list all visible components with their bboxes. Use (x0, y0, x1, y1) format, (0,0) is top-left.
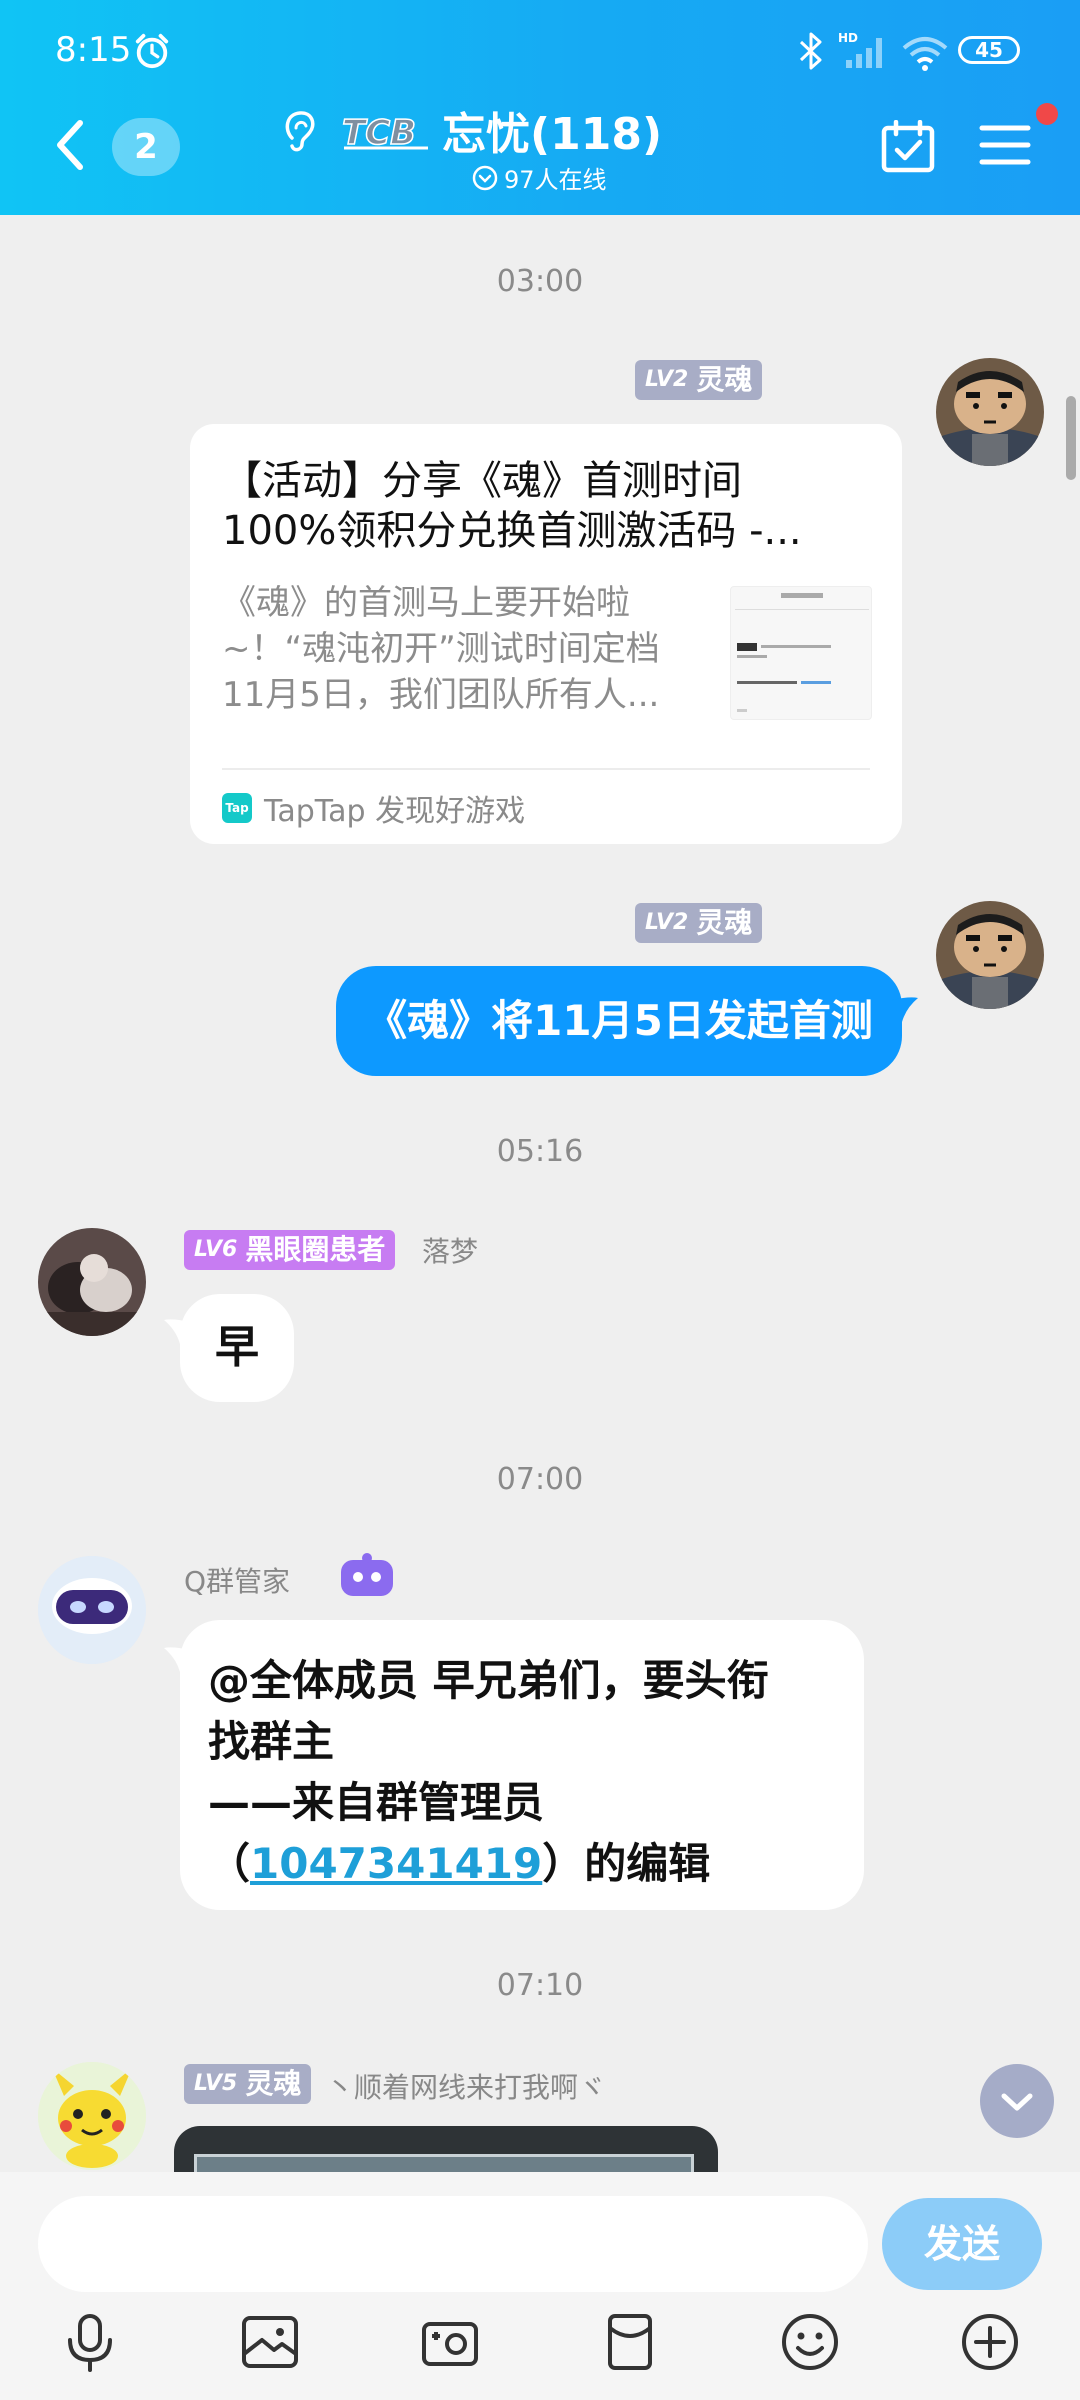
avatar[interactable] (38, 1556, 146, 1664)
send-button[interactable]: 发送 (882, 2198, 1042, 2290)
plus-icon[interactable] (958, 2310, 1022, 2374)
level-tag: LV6 黑眼圈患者 (184, 1230, 396, 1270)
card-description: 《魂》的首测马上要开始啦 ~！“魂沌初开”测试时间定档 11月5日，我们团队所有… (222, 583, 660, 715)
image-icon[interactable] (238, 2310, 302, 2374)
svg-text:HD: HD (838, 31, 858, 45)
unread-count-badge[interactable]: 2 (112, 118, 180, 176)
level-title: 灵魂 (245, 2067, 302, 2100)
shared-link-card[interactable]: 【活动】分享《魂》首测时间 100%领积分兑换首测激活码 -... 《魂》的首测… (190, 424, 902, 844)
status-time: 8:15 (55, 30, 132, 70)
red-packet-icon[interactable] (598, 2310, 662, 2374)
notification-dot (1036, 103, 1058, 125)
message-bubble[interactable]: 早 (180, 1294, 294, 1402)
level-tag: LV2 灵魂 (635, 903, 763, 943)
sender-nickname[interactable]: Q群管家 (184, 1560, 290, 1600)
group-title[interactable]: 忘忧(118) (442, 98, 662, 162)
time-separator: 05:16 (496, 1134, 584, 1169)
time-separator: 07:10 (496, 1968, 584, 2003)
avatar[interactable] (38, 2062, 146, 2170)
bluetooth-icon (799, 32, 822, 70)
pikachu-avatar-icon (38, 2062, 146, 2170)
image-message[interactable] (174, 2126, 718, 2176)
level-tag: LV5 灵魂 (184, 2064, 312, 2104)
input-bar: 发送 (0, 2172, 1080, 2400)
back-arrow-icon[interactable] (50, 115, 90, 175)
shinchan-avatar-icon (936, 358, 1044, 466)
chevron-circle-icon (472, 165, 498, 190)
level-title: 黑眼圈患者 (245, 1233, 386, 1266)
online-count[interactable]: 97人在线 (472, 160, 607, 195)
bot-badge-icon (341, 1553, 393, 1596)
avatar[interactable] (936, 901, 1044, 1009)
article-thumbnail-icon (735, 593, 869, 712)
level-label: LV6 (194, 1237, 238, 1262)
robot-avatar-icon (38, 1556, 146, 1664)
group-logo-icon: TCB (341, 112, 428, 154)
scrollbar[interactable] (1066, 396, 1076, 480)
level-label: LV5 (194, 2071, 238, 2096)
calendar-check-icon[interactable] (880, 120, 936, 174)
card-source: Tap TapTap 发现好游戏 (222, 786, 525, 830)
level-title: 灵魂 (696, 906, 753, 939)
taptap-icon: Tap (222, 793, 252, 823)
ear-icon[interactable] (280, 108, 320, 154)
battery-indicator: 45 (958, 36, 1020, 64)
divider (222, 768, 870, 770)
level-tag: LV2 灵魂 (635, 360, 763, 400)
online-count-label: 97人在线 (504, 166, 607, 194)
level-title: 灵魂 (696, 363, 753, 396)
time-separator: 03:00 (496, 264, 584, 299)
time-separator: 07:00 (496, 1462, 584, 1497)
message-input[interactable] (38, 2196, 868, 2292)
chevron-down-icon (1001, 2093, 1033, 2111)
emoji-icon[interactable] (778, 2310, 842, 2374)
level-label: LV2 (645, 367, 689, 392)
cat-photo-avatar-icon (38, 1228, 146, 1336)
microphone-icon[interactable] (58, 2310, 122, 2374)
wifi-icon (902, 37, 948, 71)
message-bubble-own[interactable]: 《魂》将11月5日发起首测 (336, 966, 902, 1076)
card-source-label: TapTap 发现好游戏 (264, 794, 526, 829)
scroll-to-bottom-button[interactable] (980, 2064, 1054, 2138)
card-title: 【活动】分享《魂》首测时间 100%领积分兑换首测激活码 -... (222, 458, 802, 554)
sender-nickname[interactable]: 落梦 (422, 1230, 478, 1270)
signal-icon: HD (838, 31, 882, 68)
camera-icon[interactable] (418, 2310, 482, 2374)
card-thumbnail (730, 586, 872, 720)
avatar[interactable] (38, 1228, 146, 1336)
alarm-icon (135, 33, 169, 69)
shinchan-avatar-icon (936, 901, 1044, 1009)
avatar[interactable] (936, 358, 1044, 466)
level-label: LV2 (645, 910, 689, 935)
message-bubble[interactable]: @全体成员 早兄弟们，要头衔 找群主 ——来自群管理员 （1047341419）… (180, 1620, 864, 1910)
menu-icon[interactable] (978, 122, 1032, 168)
bubble-tail (892, 997, 918, 1022)
chat-header: 8:15 HD 45 2 TCB 忘忧(118) 97人在线 (0, 0, 1080, 215)
qq-number-link[interactable]: 1047341419 (250, 1839, 542, 1888)
sender-nickname[interactable]: 丶顺着网线来打我啊ヾ (326, 2066, 606, 2106)
